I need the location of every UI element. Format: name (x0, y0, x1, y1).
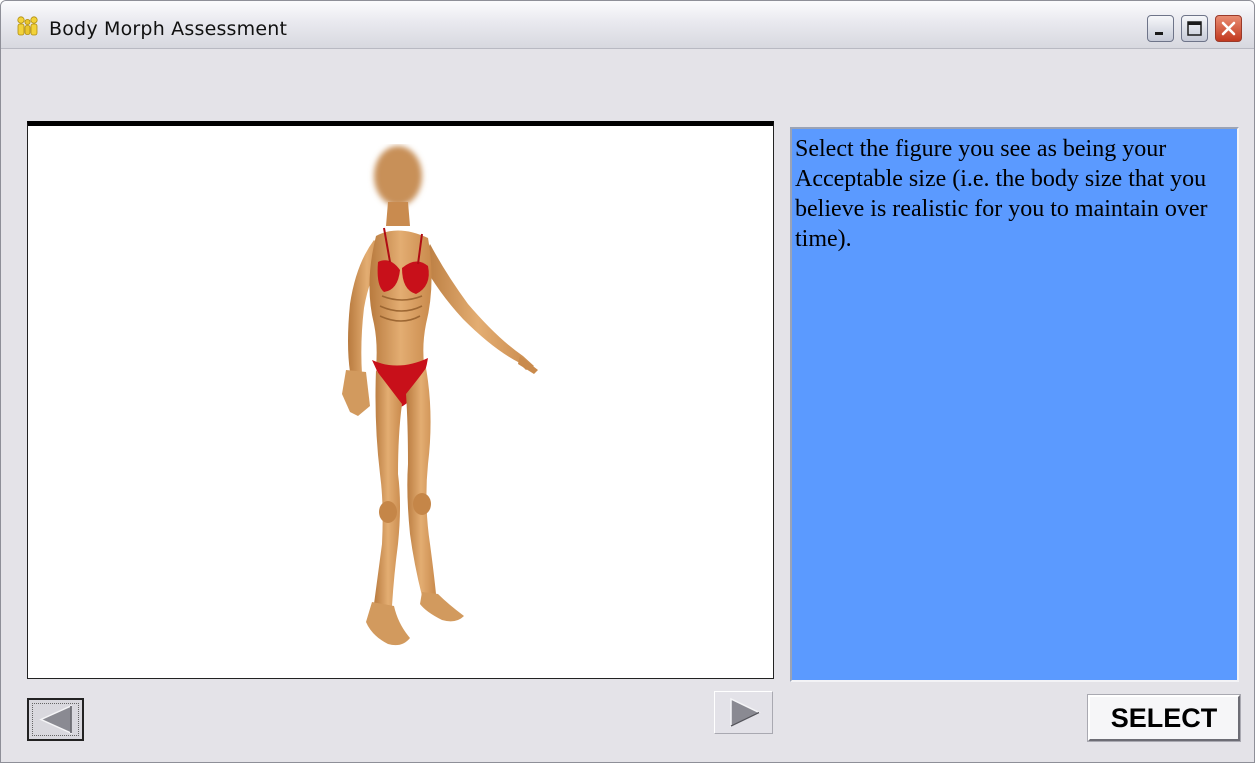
right-triangle-icon (730, 697, 761, 728)
minimize-icon (1155, 32, 1163, 35)
maximize-icon (1187, 21, 1202, 36)
window-title: Body Morph Assessment (49, 18, 288, 40)
instructions-text: Select the figure you see as being your … (795, 136, 1208, 252)
people-icon (17, 16, 38, 36)
instructions-panel: Select the figure you see as being your … (790, 127, 1239, 682)
figure-viewer (27, 121, 774, 679)
previous-figure-button[interactable] (27, 698, 84, 741)
left-triangle-icon (39, 704, 72, 735)
select-button[interactable]: SELECT (1087, 694, 1241, 742)
body-figure-image (342, 146, 538, 646)
minimize-button[interactable] (1147, 15, 1174, 42)
app-window: Body Morph Assessment Select the figure … (0, 0, 1255, 763)
next-figure-button[interactable] (714, 691, 773, 734)
title-bar[interactable]: Body Morph Assessment (1, 1, 1254, 49)
close-icon (1221, 21, 1236, 36)
maximize-button[interactable] (1181, 15, 1208, 42)
close-button[interactable] (1215, 15, 1242, 42)
